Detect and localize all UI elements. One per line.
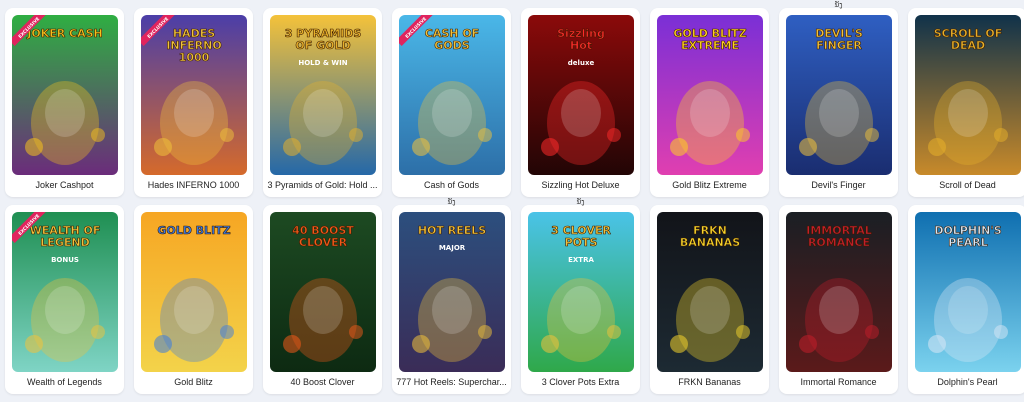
game-title[interactable]: Wealth of Legends — [9, 377, 120, 387]
game-card[interactable]: WEALTH OF LEGEND BONUS EXCLUSIVE Wealth of L… — [5, 205, 124, 394]
game-thumbnail[interactable]: WEALTH OF LEGEND BONUS EXCLUSIVE — [12, 212, 118, 372]
game-sublogo: BONUS — [51, 256, 79, 264]
game-grid: JOKER CASH EXCLUSIVE Joker Cashpot HADES INF… — [5, 1, 1024, 394]
game-thumbnail[interactable]: DOLPHIN'S PEARL — [915, 212, 1021, 372]
game-title[interactable]: 3 Pyramids of Gold: Hold ... — [267, 180, 378, 190]
game-artwork: JOKER CASHEXCLUSIVE — [12, 15, 118, 175]
game-card[interactable]: SCROLL OF DEAD Scroll of Dead — [908, 8, 1024, 197]
game-sublogo: EXTRA — [568, 256, 594, 264]
game-card[interactable]: HADES INFERNO 1000 EXCLUSIVE Hades INFERNO 1… — [134, 8, 253, 197]
game-title[interactable]: Gold Blitz — [138, 377, 249, 387]
game-artwork: GOLD BLITZ — [141, 212, 247, 372]
game-artwork: DOLPHIN'S PEARL — [915, 212, 1021, 372]
game-thumbnail[interactable]: FRKN BANANAS — [657, 212, 763, 372]
game-thumbnail[interactable]: HADES INFERNO 1000 EXCLUSIVE — [141, 15, 247, 175]
game-artwork: Sizzling Hotdeluxe — [528, 15, 634, 175]
game-artwork: 3 PYRAMIDS OF GOLD HOLD & WIN — [270, 15, 376, 175]
game-logo: GOLD BLITZ — [157, 224, 230, 237]
game-artwork: DEVIL'S FINGER — [786, 15, 892, 175]
game-title[interactable]: Immortal Romance — [783, 377, 894, 387]
game-card[interactable]: Sizzling Hot deluxe Sizzling Hot Deluxe — [521, 8, 640, 197]
game-thumbnail[interactable]: GOLD BLITZ EXTREME — [657, 15, 763, 175]
game-thumbnail[interactable]: IMMORTAL ROMANCE — [786, 212, 892, 372]
game-logo: JOKER CASH — [26, 27, 103, 40]
game-card[interactable]: DOLPHIN'S PEARL Dolphin's Pearl — [908, 205, 1024, 394]
game-artwork: HOT REELS MAJOR — [399, 212, 505, 372]
game-thumbnail[interactable]: Sizzling Hot deluxe — [528, 15, 634, 175]
game-title[interactable]: Cash of Gods — [396, 180, 507, 190]
game-title[interactable]: FRKN Bananas — [654, 377, 765, 387]
game-title[interactable]: 3 Clover Pots Extra — [525, 377, 636, 387]
game-logo: GOLD BLITZ EXTREME — [673, 27, 746, 52]
game-artwork: GOLD BLITZ EXTREME — [657, 15, 763, 175]
game-thumbnail[interactable]: 40 BOOST CLOVER — [270, 212, 376, 372]
game-artwork: 3 CLOVER POTSEXTRA — [528, 212, 634, 372]
game-thumbnail[interactable]: CASH OF GODS EXCLUSIVE — [399, 15, 505, 175]
game-sublogo: deluxe — [568, 59, 595, 67]
game-title[interactable]: Scroll of Dead — [912, 180, 1023, 190]
game-card[interactable]: 3 PYRAMIDS OF GOLD HOLD & WIN 3 Pyramids of… — [263, 8, 382, 197]
game-artwork: SCROLL OF DEAD — [915, 15, 1021, 175]
game-title[interactable]: Joker Cashpot — [9, 180, 120, 190]
game-card[interactable]: ນັງ DEVIL'S FINGER Devil's Finger — [779, 1, 898, 197]
game-tag: ນັງ — [834, 1, 843, 9]
game-logo: DEVIL'S FINGER — [815, 27, 863, 52]
game-artwork: IMMORTAL ROMANCE — [786, 212, 892, 372]
game-title[interactable]: 40 Boost Clover — [267, 377, 378, 387]
game-card[interactable]: IMMORTAL ROMANCE Immortal Romance — [779, 205, 898, 394]
game-thumbnail[interactable]: 3 PYRAMIDS OF GOLD HOLD & WIN — [270, 15, 376, 175]
game-sublogo: MAJOR — [439, 244, 466, 252]
game-artwork: WEALTH OF LEGENDBONUSEXCLUSIVE — [12, 212, 118, 372]
game-thumbnail[interactable]: 3 CLOVER POTS EXTRA — [528, 212, 634, 372]
game-thumbnail[interactable]: SCROLL OF DEAD — [915, 15, 1021, 175]
game-thumbnail[interactable]: JOKER CASH EXCLUSIVE — [12, 15, 118, 175]
game-thumbnail[interactable]: HOT REELS MAJOR — [399, 212, 505, 372]
game-logo: 40 BOOST CLOVER — [292, 224, 354, 249]
game-title[interactable]: Devil's Finger — [783, 180, 894, 190]
game-sublogo: HOLD & WIN — [298, 59, 347, 67]
game-card[interactable]: JOKER CASH EXCLUSIVE Joker Cashpot — [5, 8, 124, 197]
game-thumbnail[interactable]: DEVIL'S FINGER — [786, 15, 892, 175]
game-title[interactable]: 777 Hot Reels: Superchar... — [396, 377, 507, 387]
game-logo: 3 PYRAMIDS OF GOLD — [285, 27, 362, 52]
game-card[interactable]: GOLD BLITZ EXTREME Gold Blitz Extreme — [650, 8, 769, 197]
game-card[interactable]: CASH OF GODS EXCLUSIVE Cash of Gods — [392, 8, 511, 197]
game-artwork: FRKN BANANAS — [657, 212, 763, 372]
game-logo: IMMORTAL ROMANCE — [806, 224, 871, 249]
game-artwork: HADES INFERNO 1000EXCLUSIVE — [141, 15, 247, 175]
game-title[interactable]: Hades INFERNO 1000 — [138, 180, 249, 190]
game-card[interactable]: GOLD BLITZ Gold Blitz — [134, 205, 253, 394]
game-artwork: CASH OF GODSEXCLUSIVE — [399, 15, 505, 175]
game-artwork: 40 BOOST CLOVER — [270, 212, 376, 372]
game-card[interactable]: 40 BOOST CLOVER 40 Boost Clover — [263, 205, 382, 394]
game-tag: ນັງ — [576, 198, 585, 206]
game-title[interactable]: Dolphin's Pearl — [912, 377, 1023, 387]
game-card[interactable]: ນັງ HOT REELS MAJOR 777 Hot Reels: Supercha… — [392, 198, 511, 394]
game-card[interactable]: ນັງ 3 CLOVER POTS EXTRA 3 Clover Pots Extra — [521, 198, 640, 394]
game-tag: ນັງ — [447, 198, 456, 206]
game-title[interactable]: Sizzling Hot Deluxe — [525, 180, 636, 190]
game-title[interactable]: Gold Blitz Extreme — [654, 180, 765, 190]
game-thumbnail[interactable]: GOLD BLITZ — [141, 212, 247, 372]
game-logo: HOT REELS — [418, 224, 486, 237]
game-card[interactable]: FRKN BANANAS FRKN Bananas — [650, 205, 769, 394]
